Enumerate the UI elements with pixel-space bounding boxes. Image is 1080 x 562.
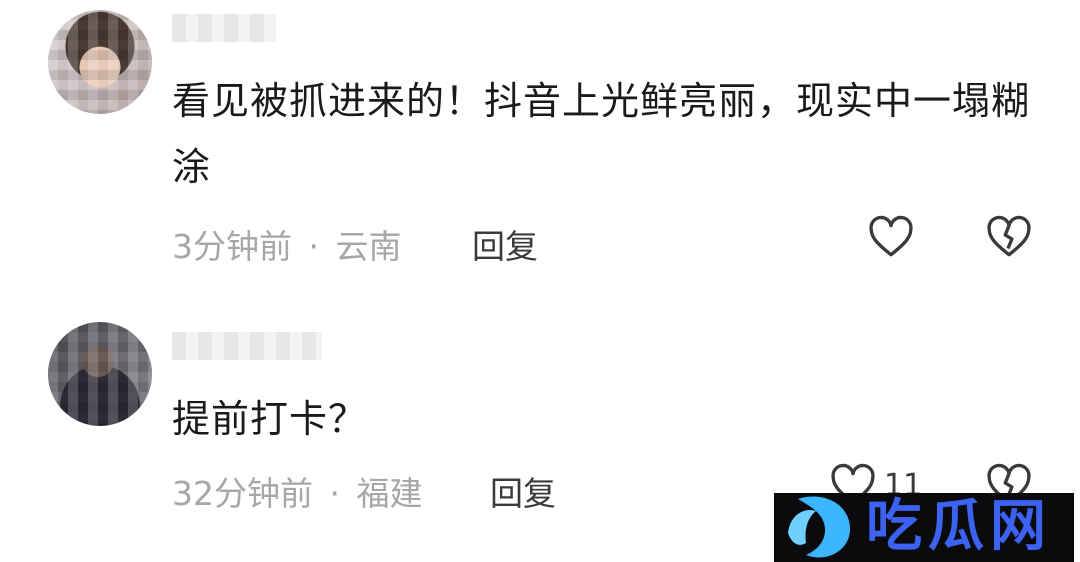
comment-meta: 3分钟前 · 云南 [172, 220, 402, 268]
avatar[interactable] [48, 10, 152, 114]
comment-text: 看见被抓进来的！抖音上光鲜亮丽，现实中一塌糊涂 [172, 79, 1031, 189]
comment-location: 云南 [335, 227, 402, 266]
comment-time: 32分钟前 [172, 474, 313, 513]
avatar-pixelation [48, 322, 152, 426]
username-redacted[interactable] [172, 332, 322, 360]
watermark-text: 吃瓜网 [866, 494, 1052, 559]
avatar[interactable] [48, 322, 152, 426]
comment-item: 看见被抓进来的！抖音上光鲜亮丽，现实中一塌糊涂 3分钟前 · 云南 回复 [0, 0, 1080, 300]
comment-time: 3分钟前 [172, 227, 292, 266]
watermark-logo-icon [788, 496, 850, 558]
watermark: 吃瓜网 [774, 493, 1074, 562]
heart-outline-icon[interactable] [866, 212, 916, 262]
username-redacted[interactable] [172, 14, 276, 42]
meta-separator: · [329, 474, 341, 513]
comment-meta: 32分钟前 · 福建 [172, 467, 423, 515]
comment-text: 提前打卡？ [172, 397, 368, 441]
meta-separator: · [308, 227, 320, 266]
broken-heart-icon[interactable] [984, 212, 1034, 262]
avatar-pixelation [48, 10, 152, 114]
comment-location: 福建 [356, 474, 423, 513]
reply-button[interactable]: 回复 [472, 220, 538, 268]
reply-button[interactable]: 回复 [490, 467, 556, 515]
